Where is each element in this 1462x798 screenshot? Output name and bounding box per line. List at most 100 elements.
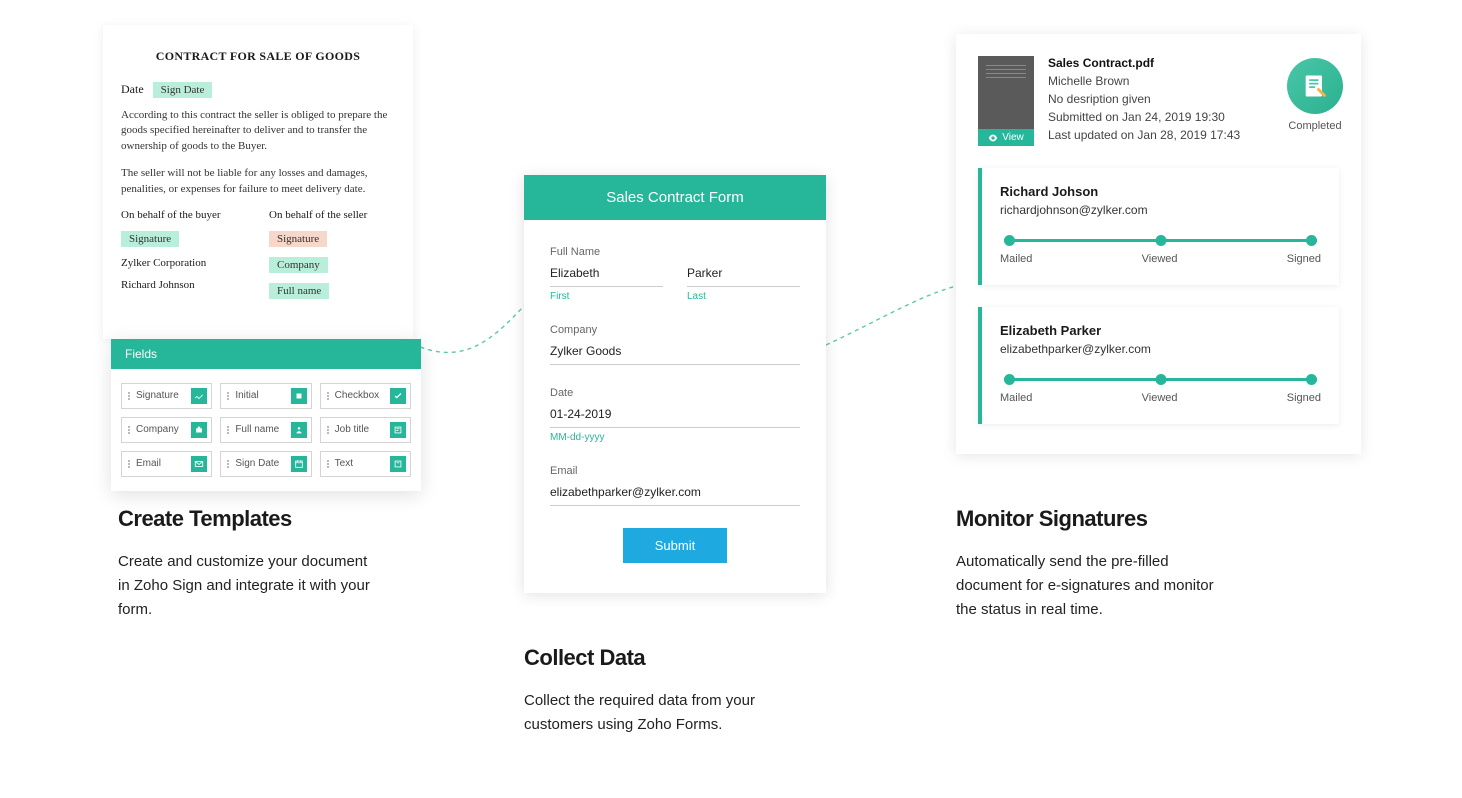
field-chip-signature[interactable]: Signature	[121, 383, 212, 409]
field-chip-label: Email	[136, 458, 161, 469]
field-chip-icon	[191, 422, 207, 438]
signer-email: elizabethparker@zylker.com	[1000, 342, 1321, 356]
progress-track	[1004, 235, 1317, 245]
progress-track	[1004, 374, 1317, 384]
doc-updated: Last updated on Jan 28, 2019 17:43	[1048, 128, 1240, 142]
doc-meta-list: Sales Contract.pdf Michelle Brown No des…	[1048, 56, 1240, 146]
fullname-label: Full Name	[550, 246, 800, 258]
behalf-section: On behalf of the buyer Signature Zylker …	[121, 209, 395, 309]
signer-name: Richard Johson	[1000, 184, 1321, 199]
collect-form-panel: Sales Contract Form Full Name First Last…	[524, 175, 826, 593]
company-input[interactable]	[550, 340, 800, 365]
field-chip-label: Sign Date	[235, 458, 279, 469]
step-mailed: Mailed	[1000, 253, 1032, 265]
contract-document-card: CONTRACT FOR SALE OF GOODS Date Sign Dat…	[103, 25, 413, 339]
fullname-group: Full Name First Last	[550, 246, 800, 302]
doc-paragraph-2: The seller will not be liable for any lo…	[121, 166, 395, 197]
step-viewed: Viewed	[1142, 253, 1178, 265]
field-chip-label: Company	[136, 424, 179, 435]
caption-create-templates: Create Templates Create and customize yo…	[118, 506, 378, 622]
completed-badge: Completed	[1287, 58, 1343, 132]
seller-column: On behalf of the seller Signature Compan…	[269, 209, 395, 309]
field-chip-checkbox[interactable]: Checkbox	[320, 383, 411, 409]
caption-2-heading: Collect Data	[524, 645, 784, 671]
progress-labels: MailedViewedSigned	[1000, 253, 1321, 265]
seller-fullname-tag: Full name	[269, 283, 329, 299]
field-chip-icon	[191, 388, 207, 404]
field-chip-label: Text	[335, 458, 353, 469]
caption-1-heading: Create Templates	[118, 506, 378, 532]
buyer-column: On behalf of the buyer Signature Zylker …	[121, 209, 247, 309]
buyer-label: On behalf of the buyer	[121, 209, 247, 221]
email-label: Email	[550, 465, 800, 477]
field-chip-icon	[390, 388, 406, 404]
form-title: Sales Contract Form	[524, 175, 826, 220]
date-hint: MM-dd-yyyy	[550, 432, 800, 443]
field-chip-icon	[390, 422, 406, 438]
field-chip-sign-date[interactable]: Sign Date	[220, 451, 311, 477]
company-group: Company	[550, 324, 800, 365]
buyer-signature-tag: Signature	[121, 231, 179, 247]
field-chip-icon	[291, 456, 307, 472]
seller-signature-tag: Signature	[269, 231, 327, 247]
field-chip-email[interactable]: Email	[121, 451, 212, 477]
field-chip-job-title[interactable]: Job title	[320, 417, 411, 443]
buyer-name: Richard Johnson	[121, 279, 247, 291]
seller-company-tag: Company	[269, 257, 328, 273]
doc-thumbnail: View	[978, 56, 1034, 146]
doc-description: No desription given	[1048, 92, 1240, 106]
caption-3-heading: Monitor Signatures	[956, 506, 1216, 532]
caption-collect-data: Collect Data Collect the required data f…	[524, 645, 784, 737]
signer-card: Richard Johson richardjohnson@zylker.com M…	[978, 168, 1339, 285]
doc-meta-row: View Sales Contract.pdf Michelle Brown N…	[978, 56, 1339, 146]
field-chip-label: Signature	[136, 390, 179, 401]
first-name-input[interactable]	[550, 262, 663, 287]
fields-palette-card: Fields Signature Initial Checkbox Company Fu…	[111, 339, 421, 491]
signer-card: Elizabeth Parker elizabethparker@zylker.c…	[978, 307, 1339, 424]
signer-email: richardjohnson@zylker.com	[1000, 203, 1321, 217]
field-chip-label: Full name	[235, 424, 279, 435]
badge-label: Completed	[1287, 120, 1343, 132]
field-chip-company[interactable]: Company	[121, 417, 212, 443]
caption-1-text: Create and customize your document in Zo…	[118, 550, 378, 622]
field-chip-initial[interactable]: Initial	[220, 383, 311, 409]
field-chip-label: Initial	[235, 390, 258, 401]
company-label: Company	[550, 324, 800, 336]
caption-3-text: Automatically send the pre-filled docume…	[956, 550, 1216, 622]
date-group: Date MM-dd-yyyy	[550, 387, 800, 443]
field-chip-text[interactable]: Text	[320, 451, 411, 477]
field-chip-icon	[191, 456, 207, 472]
doc-author: Michelle Brown	[1048, 74, 1240, 88]
step-signed: Signed	[1287, 392, 1321, 404]
date-label: Date	[121, 82, 144, 96]
sign-date-tag: Sign Date	[153, 82, 213, 98]
doc-paragraph-1: According to this contract the seller is…	[121, 108, 395, 154]
completed-icon	[1287, 58, 1343, 114]
email-input[interactable]	[550, 481, 800, 506]
field-chip-icon	[291, 422, 307, 438]
field-chip-full-name[interactable]: Full name	[220, 417, 311, 443]
signer-name: Elizabeth Parker	[1000, 323, 1321, 338]
doc-title: CONTRACT FOR SALE OF GOODS	[121, 49, 395, 64]
first-hint: First	[550, 291, 663, 302]
fields-header: Fields	[111, 339, 421, 369]
doc-date-row: Date Sign Date	[121, 82, 395, 98]
step-viewed: Viewed	[1142, 392, 1178, 404]
view-button[interactable]: View	[978, 129, 1034, 146]
monitor-panel: View Sales Contract.pdf Michelle Brown N…	[956, 34, 1361, 454]
progress-labels: Mailed Viewed Signed	[1000, 392, 1321, 404]
caption-2-text: Collect the required data from your cust…	[524, 689, 784, 737]
doc-filename: Sales Contract.pdf	[1048, 56, 1240, 70]
seller-label: On behalf of the seller	[269, 209, 395, 221]
sales-contract-form-card: Sales Contract Form Full Name First Last…	[524, 175, 826, 593]
monitor-card: View Sales Contract.pdf Michelle Brown N…	[956, 34, 1361, 454]
date-label: Date	[550, 387, 800, 399]
field-chip-label: Job title	[335, 424, 369, 435]
field-chip-icon	[291, 388, 307, 404]
email-group: Email	[550, 465, 800, 506]
submit-button[interactable]: Submit	[623, 528, 727, 563]
buyer-company: Zylker Corporation	[121, 257, 247, 269]
last-name-input[interactable]	[687, 262, 800, 287]
step-mailed: Mailed	[1000, 392, 1032, 404]
date-input[interactable]	[550, 403, 800, 428]
